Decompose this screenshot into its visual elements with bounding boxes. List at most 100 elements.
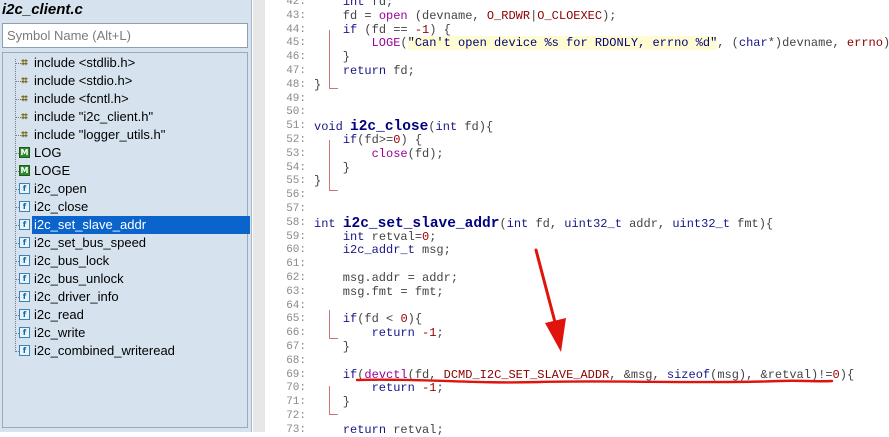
line-number: 51: (286, 120, 306, 133)
line-number: 54: (286, 161, 306, 174)
code-line[interactable]: } (314, 174, 321, 188)
symbol-item[interactable]: f i2c_open (3, 180, 247, 198)
code-line[interactable]: LOGE("Can't open device %s for RDONLY, e… (314, 36, 889, 51)
symbol-label: i2c_write (34, 325, 86, 340)
symbol-label: i2c_set_slave_addr (32, 216, 250, 234)
symbol-item[interactable]: ⌗ include <stdio.h> (3, 72, 247, 90)
function-icon: f (19, 345, 30, 356)
line-number: 72: (286, 410, 306, 422)
scope-guide (329, 386, 338, 415)
line-number: 52: (286, 134, 306, 146)
function-icon: f (19, 327, 30, 338)
function-icon: f (19, 219, 30, 230)
line-number: 58: (286, 216, 306, 229)
symbol-label: LOG (34, 145, 62, 160)
symbol-label: include "i2c_client.h" (34, 109, 154, 124)
macro-icon: M (19, 165, 30, 176)
symbol-item[interactable]: f i2c_bus_unlock (3, 270, 247, 288)
function-icon: f (19, 273, 30, 284)
symbol-item[interactable]: ⌗ include "i2c_client.h" (3, 108, 247, 126)
line-number: 67: (286, 341, 306, 353)
line-number: 66: (286, 327, 306, 340)
symbol-item[interactable]: f i2c_write (3, 324, 247, 342)
function-icon: f (19, 183, 30, 194)
code-line[interactable]: msg.fmt = fmt; (314, 285, 444, 299)
line-number: 53: (286, 147, 306, 160)
line-number: 71: (286, 396, 306, 409)
line-number: 68: (286, 354, 306, 367)
symbol-label: include <stdio.h> (34, 73, 133, 88)
macro-icon: M (19, 147, 30, 158)
symbol-item[interactable]: M LOGE (3, 162, 247, 180)
line-number: 63: (286, 285, 306, 298)
code-line[interactable]: } (314, 78, 321, 92)
code-line[interactable]: int fd; (314, 0, 393, 9)
symbol-search-input[interactable] (2, 23, 248, 48)
code-line[interactable]: msg.addr = addr; (314, 271, 458, 285)
include-icon: ⌗ (21, 56, 28, 69)
symbol-label: include <stdlib.h> (34, 55, 136, 70)
symbol-item[interactable]: M LOG (3, 144, 247, 162)
include-icon: ⌗ (21, 74, 28, 87)
symbol-label: i2c_set_bus_speed (34, 235, 147, 250)
line-number: 45: (286, 37, 306, 50)
symbol-label: include <fcntl.h> (34, 91, 129, 106)
function-icon: f (19, 291, 30, 302)
symbol-item[interactable]: f i2c_close (3, 198, 247, 216)
line-number: 43: (286, 9, 306, 22)
line-number: 59: (286, 230, 306, 243)
symbol-label: LOGE (34, 163, 71, 178)
line-number: 62: (286, 272, 306, 284)
file-title: i2c_client.c (2, 1, 83, 18)
symbol-list[interactable]: ⌗ include <stdlib.h> ⌗ include <stdio.h> ⌗ in… (2, 52, 250, 428)
line-number: 46: (286, 51, 306, 64)
scope-guide (329, 310, 338, 339)
symbol-item[interactable]: f i2c_driver_info (3, 288, 247, 306)
line-number: 69: (286, 368, 306, 381)
scope-guide (329, 30, 338, 89)
line-number: 44: (286, 23, 306, 36)
symbol-item[interactable]: ⌗ include <stdlib.h> (3, 54, 247, 72)
line-number: 55: (286, 175, 306, 188)
code-line[interactable]: return retval; (314, 423, 444, 437)
symbol-label: i2c_combined_writeread (34, 343, 175, 358)
symbol-item[interactable]: f i2c_bus_lock (3, 252, 247, 270)
symbol-item[interactable]: f i2c_combined_writeread (3, 342, 247, 360)
line-number: 47: (286, 65, 306, 77)
symbol-item[interactable]: ⌗ include "logger_utils.h" (3, 126, 247, 144)
symbol-label: i2c_bus_lock (34, 253, 110, 268)
line-number: 50: (286, 106, 306, 119)
line-number: 48: (286, 78, 306, 91)
code-line[interactable]: i2c_addr_t msg; (314, 243, 451, 257)
line-number: 70: (286, 382, 306, 395)
line-number: 73: (286, 423, 306, 436)
include-icon: ⌗ (21, 110, 28, 123)
symbol-label: i2c_close (34, 199, 89, 214)
code-line[interactable]: if(devctl(fd, DCMD_I2C_SET_SLAVE_ADDR, &… (314, 368, 854, 382)
line-number: 64: (286, 299, 306, 312)
line-number: 56: (286, 189, 306, 202)
symbol-label: i2c_driver_info (34, 289, 119, 304)
line-number: 49: (286, 92, 306, 105)
code-line[interactable]: } (314, 340, 350, 354)
include-icon: ⌗ (21, 128, 28, 141)
code-line[interactable]: int retval=0; (314, 230, 437, 244)
symbol-item[interactable]: f i2c_set_slave_addr (3, 216, 250, 234)
symbol-label: i2c_read (34, 307, 84, 322)
function-icon: f (19, 201, 30, 212)
symbol-label: include "logger_utils.h" (34, 127, 166, 142)
function-icon: f (19, 255, 30, 266)
editor-gutter (253, 0, 265, 432)
symbol-item[interactable]: f i2c_set_bus_speed (3, 234, 247, 252)
symbol-label: i2c_bus_unlock (34, 271, 124, 286)
symbol-panel: i2c_client.c ⌗ include <stdlib.h> ⌗ include… (0, 0, 252, 432)
symbol-item[interactable]: f i2c_read (3, 306, 247, 324)
code-line[interactable]: fd = open (devname, O_RDWR|O_CLOEXEC); (314, 9, 617, 23)
symbol-label: i2c_open (34, 181, 87, 196)
function-icon: f (19, 237, 30, 248)
include-icon: ⌗ (21, 92, 28, 105)
symbol-item[interactable]: ⌗ include <fcntl.h> (3, 90, 247, 108)
line-number: 61: (286, 258, 306, 271)
line-number: 65: (286, 313, 306, 326)
function-icon: f (19, 309, 30, 320)
